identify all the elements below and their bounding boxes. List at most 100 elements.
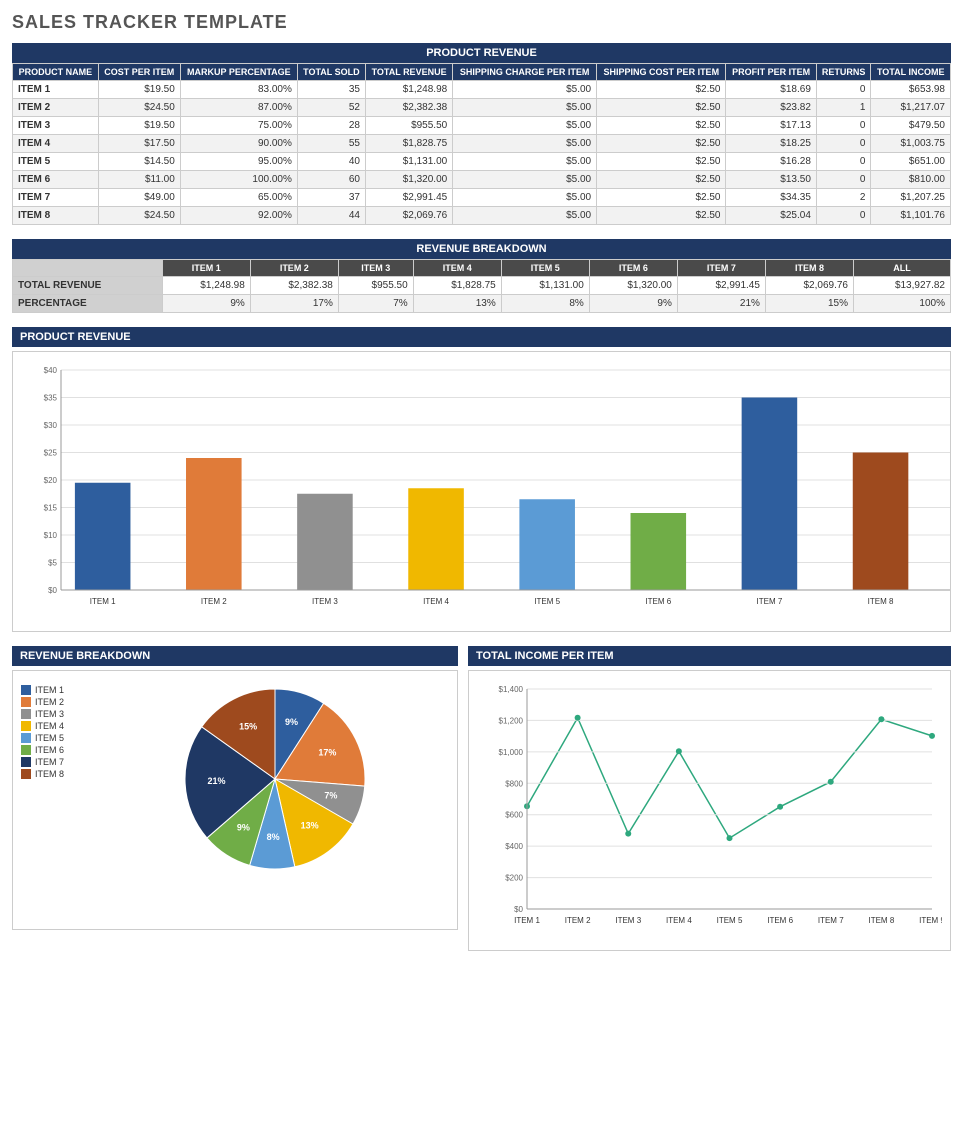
svg-text:$0: $0 (514, 905, 523, 914)
line-chart-container: $0 $200 $400 $600 $800 $1,000 $1,200 $1,400 ITEM… (468, 670, 951, 951)
svg-text:$600: $600 (505, 811, 523, 820)
legend-item: ITEM 1 (21, 685, 91, 695)
svg-text:$25: $25 (44, 449, 58, 458)
legend-label: ITEM 7 (35, 757, 64, 767)
svg-text:ITEM 6: ITEM 6 (645, 597, 671, 606)
table-row: PERCENTAGE9%17%7%13%8%9%21%15%100% (13, 295, 951, 313)
line-chart-svg: $0 $200 $400 $600 $800 $1,000 $1,200 $1,400 ITEM… (477, 679, 942, 939)
svg-text:ITEM 9: ITEM 9 (919, 916, 942, 925)
svg-text:ITEM 8: ITEM 8 (868, 916, 894, 925)
breakdown-table: ITEM 1ITEM 2ITEM 3ITEM 4ITEM 5ITEM 6ITEM… (12, 259, 951, 313)
svg-text:$1,200: $1,200 (499, 716, 524, 725)
pie-chart-container: ITEM 1 ITEM 2 ITEM 3 ITEM 4 ITEM 5 ITEM … (12, 670, 458, 930)
legend-color (21, 745, 31, 755)
legend-color (21, 697, 31, 707)
legend-label: ITEM 2 (35, 697, 64, 707)
pie-chart-title: REVENUE BREAKDOWN (12, 646, 458, 666)
product-revenue-table: PRODUCT NAMECOST PER ITEMMARKUP PERCENTA… (12, 63, 951, 225)
svg-text:9%: 9% (285, 717, 298, 727)
svg-text:ITEM 1: ITEM 1 (90, 597, 116, 606)
table-row: ITEM 2$24.5087.00%52$2,382.38$5.00$2.50$… (13, 99, 951, 117)
svg-text:$10: $10 (44, 531, 58, 540)
svg-text:21%: 21% (208, 776, 226, 786)
svg-text:$30: $30 (44, 421, 58, 430)
bottom-charts: REVENUE BREAKDOWN ITEM 1 ITEM 2 ITEM 3 I… (12, 646, 951, 951)
svg-text:ITEM 1: ITEM 1 (514, 916, 540, 925)
svg-text:ITEM 4: ITEM 4 (666, 916, 692, 925)
svg-text:$0: $0 (48, 586, 57, 595)
svg-text:$1,400: $1,400 (499, 685, 524, 694)
legend-color (21, 757, 31, 767)
line-chart-section: TOTAL INCOME PER ITEM $0 $200 $400 $600 $800… (468, 646, 951, 951)
table-row: ITEM 1$19.5083.00%35$1,248.98$5.00$2.50$… (13, 81, 951, 99)
svg-text:$20: $20 (44, 476, 58, 485)
table-row: ITEM 8$24.5092.00%44$2,069.76$5.00$2.50$… (13, 207, 951, 225)
svg-text:ITEM 2: ITEM 2 (201, 597, 227, 606)
svg-text:8%: 8% (267, 832, 280, 842)
revenue-breakdown-section: REVENUE BREAKDOWN ITEM 1ITEM 2ITEM 3ITEM… (12, 239, 951, 313)
bar-chart-section: PRODUCT REVENUE $0 $5 $10 $15 $20 $25 $30 $35 $4… (12, 327, 951, 632)
bar-chart-svg: $0 $5 $10 $15 $20 $25 $30 $35 $40 ITEM 1 ITEM 2 ITE… (21, 360, 960, 620)
table-row: TOTAL REVENUE$1,248.98$2,382.38$955.50$1… (13, 277, 951, 295)
pie-legend: ITEM 1 ITEM 2 ITEM 3 ITEM 4 ITEM 5 ITEM … (21, 679, 91, 781)
svg-text:$35: $35 (44, 394, 58, 403)
table-row: ITEM 4$17.5090.00%55$1,828.75$5.00$2.50$… (13, 135, 951, 153)
pie-svg: 9% 17% 7% 13% 8% 9% 21% 15% (175, 679, 375, 879)
legend-item: ITEM 5 (21, 733, 91, 743)
legend-color (21, 733, 31, 743)
svg-text:$800: $800 (505, 779, 523, 788)
bar-chart-title: PRODUCT REVENUE (12, 327, 951, 347)
legend-color (21, 721, 31, 731)
table-row: ITEM 5$14.5095.00%40$1,131.00$5.00$2.50$… (13, 153, 951, 171)
svg-text:ITEM 4: ITEM 4 (423, 597, 449, 606)
pie-svg-wrapper: 9% 17% 7% 13% 8% 9% 21% 15% (101, 679, 449, 879)
legend-label: ITEM 8 (35, 769, 64, 779)
svg-text:ITEM 6: ITEM 6 (767, 916, 793, 925)
column-header-row: PRODUCT NAMECOST PER ITEMMARKUP PERCENTA… (13, 64, 951, 81)
svg-text:ITEM 7: ITEM 7 (757, 597, 783, 606)
svg-text:$5: $5 (48, 559, 57, 568)
legend-item: ITEM 8 (21, 769, 91, 779)
legend-item: ITEM 4 (21, 721, 91, 731)
legend-color (21, 769, 31, 779)
svg-text:7%: 7% (324, 791, 337, 801)
legend-item: ITEM 7 (21, 757, 91, 767)
legend-item: ITEM 2 (21, 697, 91, 707)
breakdown-header-row: ITEM 1ITEM 2ITEM 3ITEM 4ITEM 5ITEM 6ITEM… (13, 260, 951, 277)
svg-text:17%: 17% (318, 747, 336, 757)
bar-chart-container: $0 $5 $10 $15 $20 $25 $30 $35 $40 ITEM 1 ITEM 2 ITE… (12, 351, 951, 632)
legend-label: ITEM 4 (35, 721, 64, 731)
svg-text:9%: 9% (237, 823, 250, 833)
legend-item: ITEM 6 (21, 745, 91, 755)
svg-text:ITEM 2: ITEM 2 (565, 916, 591, 925)
table-row: ITEM 7$49.0065.00%37$2,991.45$5.00$2.50$… (13, 189, 951, 207)
legend-label: ITEM 3 (35, 709, 64, 719)
svg-text:ITEM 5: ITEM 5 (717, 916, 743, 925)
svg-text:15%: 15% (239, 721, 257, 731)
svg-text:$40: $40 (44, 366, 58, 375)
product-revenue-header: PRODUCT REVENUE (12, 43, 951, 63)
page-title: SALES TRACKER TEMPLATE (12, 12, 951, 33)
revenue-breakdown-header: REVENUE BREAKDOWN (12, 239, 951, 259)
svg-text:13%: 13% (301, 820, 319, 830)
svg-text:ITEM 7: ITEM 7 (818, 916, 844, 925)
svg-text:ITEM 3: ITEM 3 (312, 597, 338, 606)
svg-text:ITEM 8: ITEM 8 (868, 597, 894, 606)
svg-text:$400: $400 (505, 842, 523, 851)
line-chart-title: TOTAL INCOME PER ITEM (468, 646, 951, 666)
legend-label: ITEM 5 (35, 733, 64, 743)
table-row: ITEM 6$11.00100.00%60$1,320.00$5.00$2.50… (13, 171, 951, 189)
pie-chart-section: REVENUE BREAKDOWN ITEM 1 ITEM 2 ITEM 3 I… (12, 646, 458, 951)
legend-color (21, 685, 31, 695)
svg-text:$200: $200 (505, 874, 523, 883)
legend-color (21, 709, 31, 719)
svg-text:$15: $15 (44, 504, 58, 513)
svg-text:ITEM 5: ITEM 5 (534, 597, 560, 606)
legend-item: ITEM 3 (21, 709, 91, 719)
svg-text:ITEM 3: ITEM 3 (615, 916, 641, 925)
legend-label: ITEM 6 (35, 745, 64, 755)
svg-text:$1,000: $1,000 (499, 748, 524, 757)
legend-label: ITEM 1 (35, 685, 64, 695)
table-row: ITEM 3$19.5075.00%28$955.50$5.00$2.50$17… (13, 117, 951, 135)
product-revenue-section: PRODUCT REVENUE PRODUCT NAMECOST PER ITE… (12, 43, 951, 225)
